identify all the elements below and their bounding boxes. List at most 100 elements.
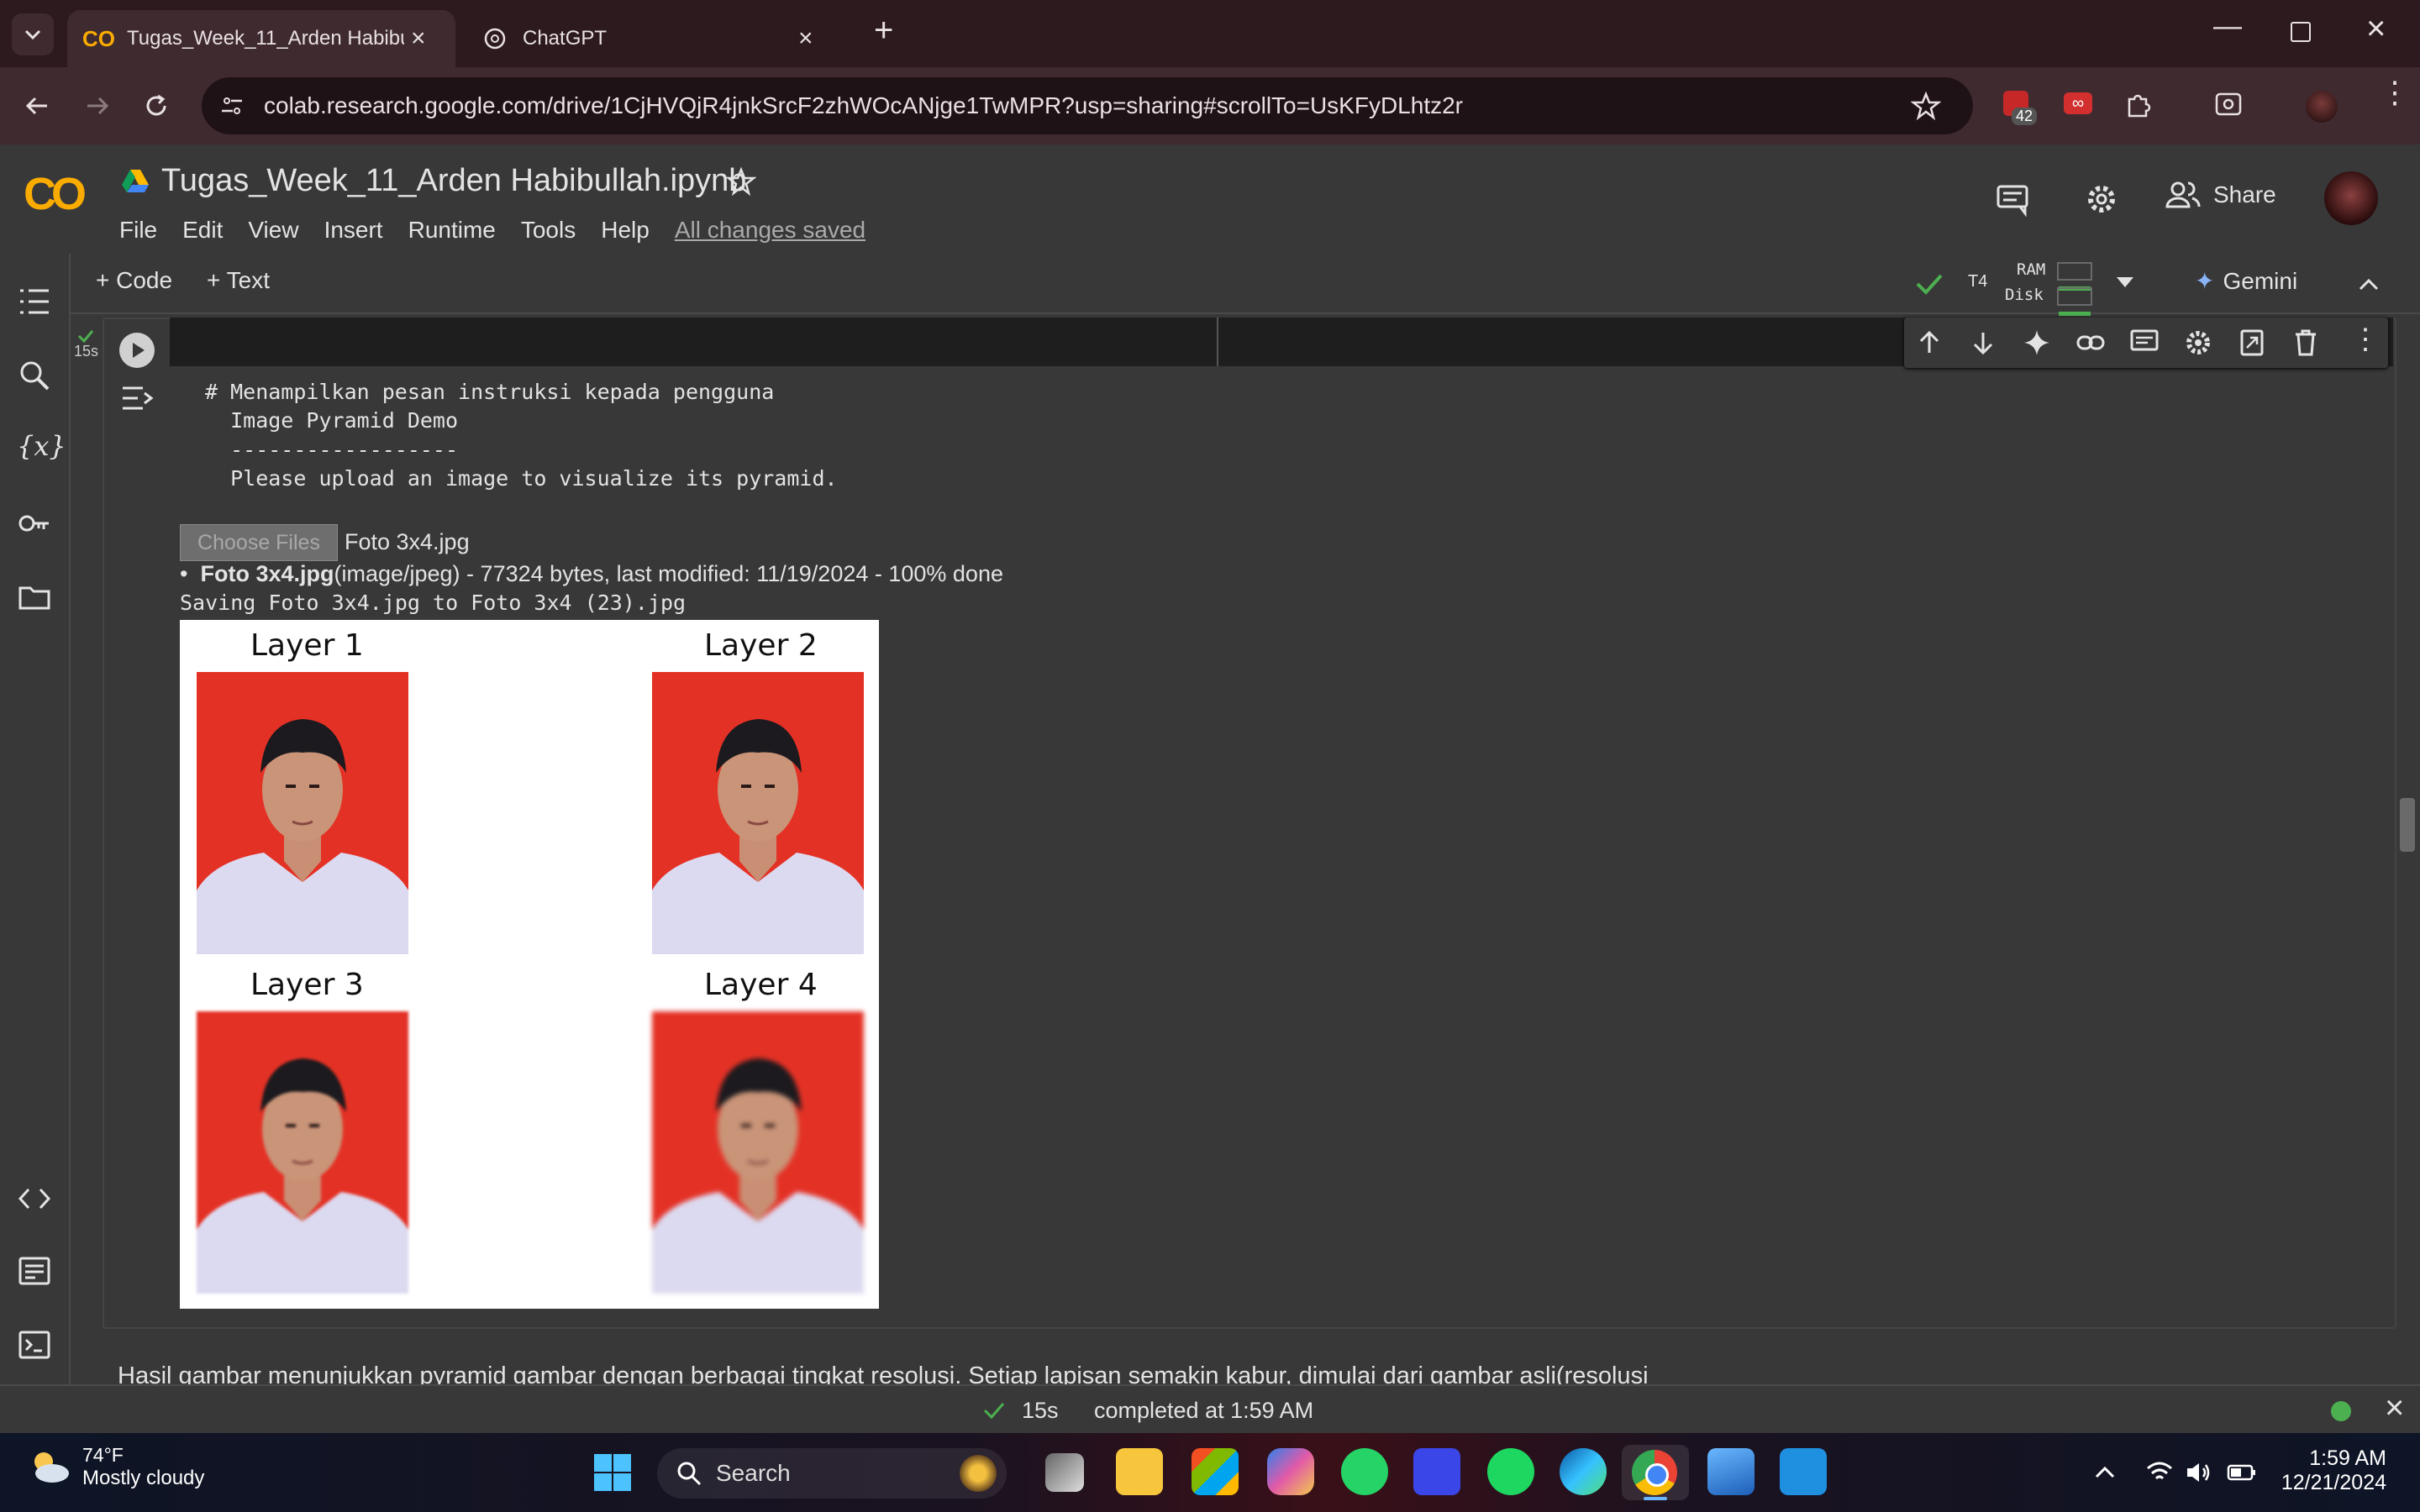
photos-icon[interactable] <box>1707 1448 1754 1495</box>
spotify-icon[interactable] <box>1487 1448 1534 1495</box>
vscode-icon[interactable] <box>1780 1448 1827 1495</box>
volume-icon[interactable] <box>2185 1460 2212 1485</box>
comments-icon[interactable] <box>1995 181 2030 217</box>
status-completed[interactable]: completed at 1:59 AM <box>1094 1398 1313 1424</box>
delete-cell-icon[interactable] <box>2291 328 2321 358</box>
close-window-button[interactable]: × <box>2366 10 2386 48</box>
menu-tools[interactable]: Tools <box>521 217 576 244</box>
minimize-button[interactable]: — <box>2213 10 2242 43</box>
output-line: ------------------ <box>205 438 459 462</box>
tab-search-button[interactable] <box>12 13 54 55</box>
cell-exec-time: 15s <box>74 343 99 360</box>
chrome-icon-active[interactable] <box>1622 1445 1689 1500</box>
windows-start-icon[interactable] <box>593 1453 632 1492</box>
variables-icon[interactable]: {x} <box>17 430 66 465</box>
task-view-icon[interactable] <box>1045 1453 1084 1492</box>
bookmark-star-icon[interactable] <box>1911 91 1941 121</box>
infinity-extension-icon[interactable]: ∞ <box>2064 92 2092 114</box>
secrets-key-icon[interactable] <box>17 506 52 541</box>
menu-insert[interactable]: Insert <box>324 217 383 244</box>
star-icon[interactable] <box>726 166 756 197</box>
save-status[interactable]: All changes saved <box>675 217 865 244</box>
wifi-icon[interactable] <box>2146 1460 2173 1485</box>
back-icon[interactable] <box>20 89 54 123</box>
gemini-sparkle-icon[interactable] <box>2022 328 2052 358</box>
microsoft-store-icon[interactable] <box>1192 1448 1239 1495</box>
collapse-header-icon[interactable] <box>2356 272 2381 297</box>
colab-favicon-icon: CO <box>82 25 115 51</box>
profile-avatar[interactable] <box>2306 91 2338 123</box>
reload-icon[interactable] <box>139 89 173 123</box>
mirror-cell-icon[interactable] <box>2237 328 2267 358</box>
browser-tab-strip: CO Tugas_Week_11_Arden Habibull × ChatGP… <box>0 0 2420 67</box>
restore-button[interactable] <box>2291 22 2311 42</box>
menu-help[interactable]: Help <box>601 217 650 244</box>
tab-title: Tugas_Week_11_Arden Habibull <box>127 27 404 50</box>
address-bar[interactable]: colab.research.google.com/drive/1CjHVQjR… <box>202 77 1973 134</box>
colab-logo-icon[interactable]: CO <box>24 168 87 220</box>
system-tray-chevron-icon[interactable] <box>2094 1462 2116 1483</box>
taskbar-search-box[interactable]: Search <box>657 1448 1007 1499</box>
extensions-puzzle-icon[interactable] <box>2123 87 2156 121</box>
terminal-icon[interactable] <box>17 1327 52 1362</box>
files-folder-icon[interactable] <box>17 580 52 615</box>
forward-icon[interactable] <box>81 89 114 123</box>
runtime-type[interactable]: T4 <box>1968 272 1987 291</box>
text-cell-content: Hasil gambar menunjukkan pyramid gambar … <box>118 1362 1649 1384</box>
move-cell-down-icon[interactable] <box>1968 328 1998 358</box>
notebook-title[interactable]: Tugas_Week_11_Arden Habibullah.ipynb <box>161 163 746 199</box>
url-text: colab.research.google.com/drive/1CjHVQjR… <box>264 92 1464 118</box>
code-snippets-icon[interactable] <box>17 1181 52 1216</box>
close-tab-icon[interactable]: × <box>411 24 426 53</box>
search-icon[interactable] <box>17 358 52 393</box>
runtime-dropdown-icon[interactable] <box>2114 274 2136 291</box>
upload-filename: Foto 3x4.jpg <box>200 561 334 586</box>
output-menu-icon[interactable] <box>119 381 156 415</box>
tab-colab[interactable]: CO Tugas_Week_11_Arden Habibull × <box>67 10 455 67</box>
tab-chatgpt[interactable]: ChatGPT × <box>467 10 845 67</box>
file-explorer-icon[interactable] <box>1116 1448 1163 1495</box>
close-status-icon[interactable]: × <box>2385 1389 2404 1427</box>
edge-icon[interactable] <box>1560 1448 1607 1495</box>
link-icon[interactable] <box>2075 328 2106 358</box>
weather-widget[interactable]: 74°F Mostly cloudy <box>25 1443 204 1490</box>
add-text-button[interactable]: + Text <box>207 267 270 294</box>
share-button[interactable]: Share <box>2165 178 2276 212</box>
menu-file[interactable]: File <box>119 217 157 244</box>
gemini-button[interactable]: ✦ Gemini <box>2195 267 2297 295</box>
new-tab-button[interactable]: + <box>874 12 893 50</box>
move-cell-up-icon[interactable] <box>1914 328 1944 358</box>
cell-toolbar: ⋮ <box>1904 318 2388 368</box>
close-tab-icon[interactable]: × <box>798 24 813 53</box>
add-code-button[interactable]: + Code <box>96 267 172 294</box>
settings-gear-icon[interactable] <box>2084 181 2119 217</box>
upload-details: (image/jpeg) - 77324 bytes, last modifie… <box>334 561 1003 586</box>
cell-settings-icon[interactable] <box>2183 328 2213 358</box>
battery-icon[interactable] <box>2227 1463 2257 1482</box>
status-duration: 15s <box>1022 1398 1059 1423</box>
comment-icon[interactable] <box>2129 328 2160 358</box>
choose-files-button[interactable]: Choose Files <box>180 524 338 561</box>
clock[interactable]: 1:59 AM 12/21/2024 <box>2269 1446 2386 1495</box>
screenshot-icon[interactable] <box>2212 87 2245 121</box>
command-palette-icon[interactable] <box>17 1253 52 1289</box>
more-actions-icon[interactable]: ⋮ <box>2351 323 2380 356</box>
layer-title: Layer 2 <box>704 628 818 663</box>
table-of-contents-icon[interactable] <box>17 284 52 319</box>
whatsapp-icon[interactable] <box>1341 1448 1388 1495</box>
menu-view[interactable]: View <box>248 217 298 244</box>
layer-4-image <box>652 1011 864 1294</box>
site-info-icon[interactable] <box>218 92 245 119</box>
output-line: Please upload an image to visualize its … <box>205 466 838 491</box>
media-app-icon[interactable] <box>1413 1448 1460 1495</box>
run-cell-button[interactable] <box>119 333 155 368</box>
menu-runtime[interactable]: Runtime <box>408 217 496 244</box>
copilot-icon[interactable] <box>1267 1448 1314 1495</box>
bullet: • <box>180 561 201 586</box>
account-avatar[interactable] <box>2324 171 2378 225</box>
portrait-image <box>197 1058 408 1294</box>
menu-edit[interactable]: Edit <box>182 217 223 244</box>
notebook-scrollbar-thumb[interactable] <box>2400 798 2415 852</box>
browser-menu-icon[interactable]: ⋮ <box>2380 77 2410 108</box>
gemini-label: Gemini <box>2223 267 2298 294</box>
